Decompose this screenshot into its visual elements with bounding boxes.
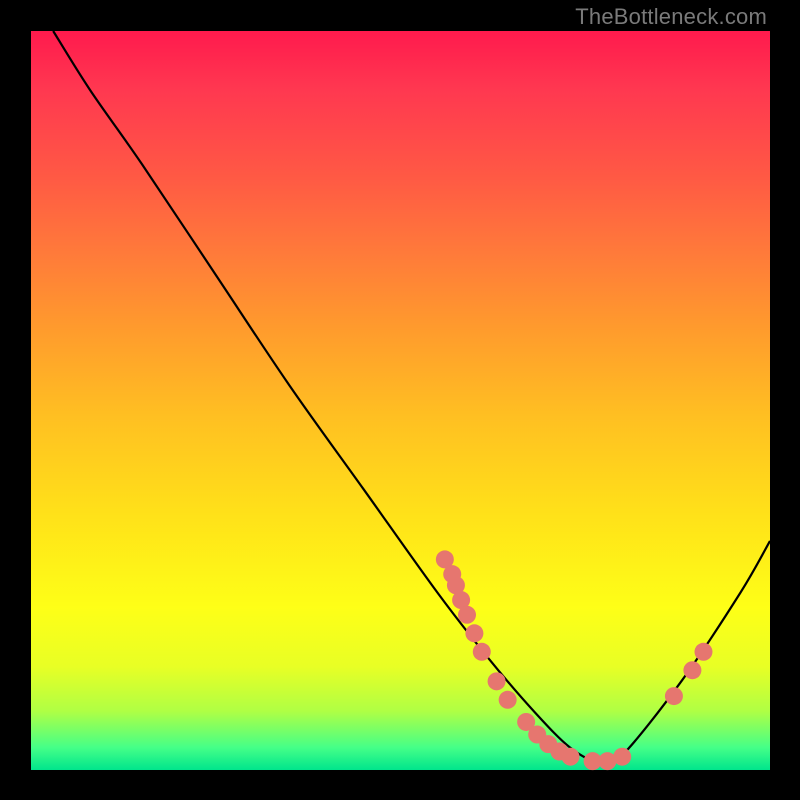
scatter-point [465,624,483,642]
curve-layer [53,31,770,764]
scatter-point [488,672,506,690]
scatter-point [665,687,683,705]
scatter-layer [436,550,713,770]
chart-frame: TheBottleneck.com [0,0,800,800]
scatter-point [683,661,701,679]
scatter-point [561,748,579,766]
scatter-point [694,643,712,661]
scatter-point [458,606,476,624]
scatter-point [613,748,631,766]
chart-svg [0,0,800,800]
bottleneck-curve [53,31,770,764]
scatter-point [499,691,517,709]
scatter-point [473,643,491,661]
